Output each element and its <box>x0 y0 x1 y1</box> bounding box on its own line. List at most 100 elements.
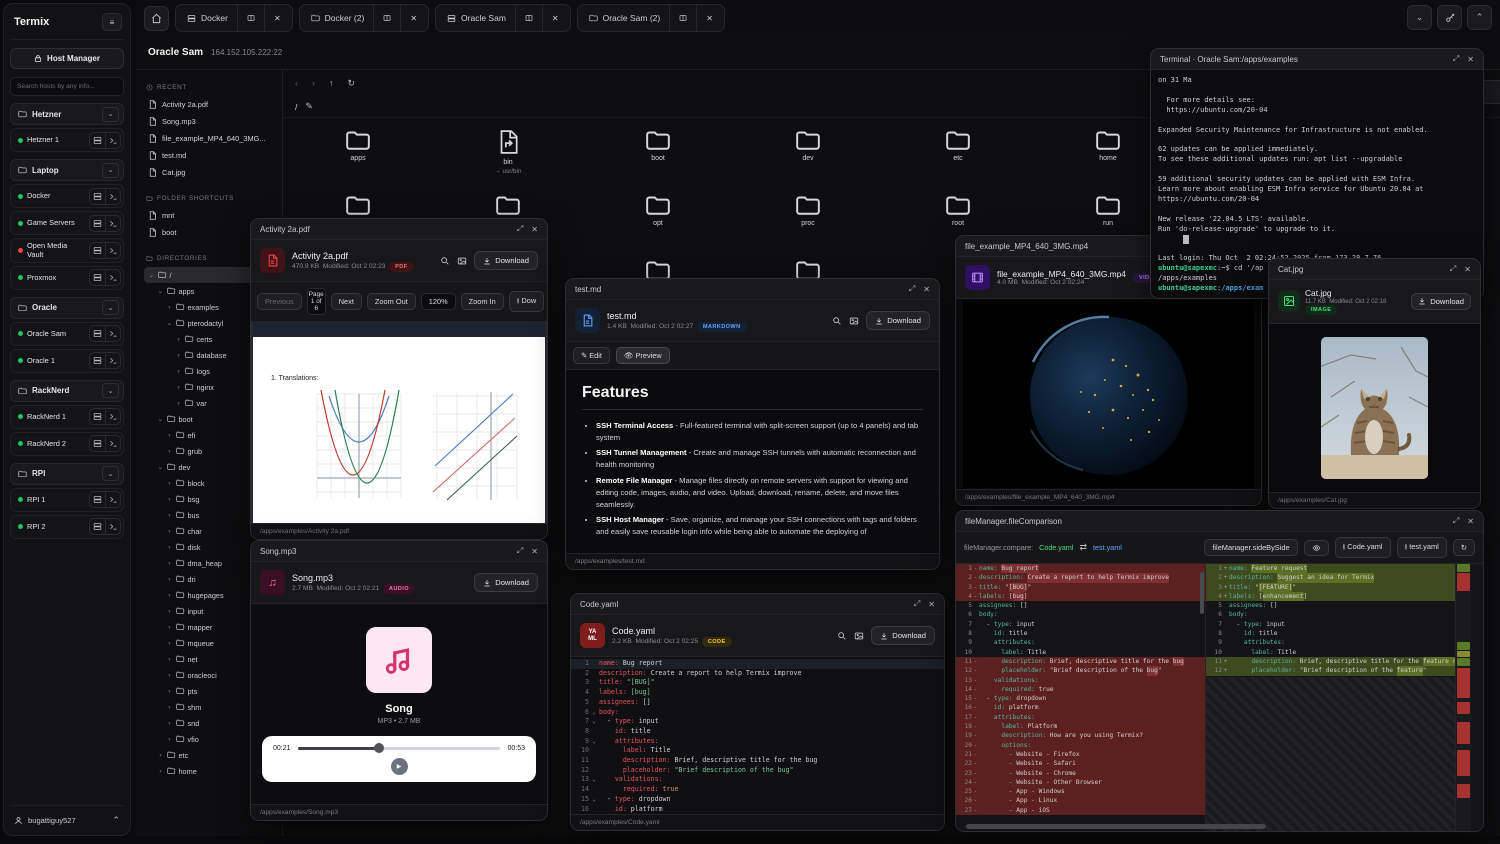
host-group-laptop[interactable]: Laptop ⌄ <box>10 159 124 181</box>
tab-close-button[interactable]: ✕ <box>265 5 290 31</box>
terminal-button[interactable] <box>105 519 120 534</box>
file-manager-button[interactable] <box>90 133 105 148</box>
chevron-down-icon[interactable]: ⌄ <box>102 163 119 178</box>
download-button[interactable]: Download <box>474 251 538 270</box>
edit-path-icon[interactable]: ✎ <box>305 102 313 111</box>
host-item-open-media-vault[interactable]: Open Media Vault <box>10 238 124 263</box>
grid-item-proc[interactable]: proc <box>733 194 883 227</box>
terminal-button[interactable] <box>105 436 120 451</box>
close-icon[interactable]: ✕ <box>923 285 930 294</box>
grid-item-dev[interactable]: dev <box>733 129 883 162</box>
chevron-down-icon[interactable]: ⌄ <box>102 300 119 315</box>
tab-oracle-sam-2-[interactable]: Oracle Sam (2) ✕ <box>577 4 725 32</box>
search-in-file-icon[interactable] <box>832 316 842 326</box>
host-search-input[interactable]: Search hosts by any info... <box>10 77 124 96</box>
diff-visibility-button[interactable] <box>1304 540 1329 556</box>
grid-item-bin[interactable]: bin → usr/bin <box>433 129 583 175</box>
chevron-down-icon[interactable]: ⌄ <box>148 271 155 279</box>
chevron-right-icon[interactable]: › <box>166 608 173 615</box>
pdf-zoom-out-button[interactable]: Zoom Out <box>367 293 416 310</box>
diff-right-file[interactable]: test.yaml <box>1093 543 1122 552</box>
collapse-button[interactable]: ⌄ <box>1407 5 1432 30</box>
file-manager-button[interactable] <box>90 519 105 534</box>
tab-split-button[interactable] <box>238 5 264 31</box>
breadcrumb[interactable]: / <box>295 102 297 112</box>
chevron-right-icon[interactable]: › <box>166 544 173 551</box>
window-markdown-titlebar[interactable]: test.md ⤢ ✕ <box>566 279 939 300</box>
close-icon[interactable]: ✕ <box>531 225 538 234</box>
download-button[interactable]: Download <box>871 626 935 645</box>
chevron-right-icon[interactable]: › <box>166 672 173 679</box>
chevron-right-icon[interactable]: › <box>175 336 182 343</box>
refresh-button[interactable]: ↻ <box>348 79 356 88</box>
user-menu[interactable]: bugattiguy527 ⌃ <box>10 805 124 829</box>
terminal-button[interactable] <box>105 353 120 368</box>
nav-forward-button[interactable]: › <box>312 79 315 88</box>
download-button[interactable]: Download <box>474 573 538 592</box>
chevron-right-icon[interactable]: › <box>166 512 173 519</box>
file-manager-button[interactable] <box>90 270 105 285</box>
host-item-oracle-1[interactable]: Oracle 1 <box>10 349 124 373</box>
host-group-hetzner[interactable]: Hetzner ⌄ <box>10 103 124 125</box>
expand-icon[interactable]: ⤢ <box>909 284 915 294</box>
grid-item-etc[interactable]: etc <box>883 129 1033 162</box>
chevron-right-icon[interactable]: › <box>166 448 173 455</box>
host-item-oracle-sam[interactable]: Oracle Sam <box>10 322 124 346</box>
window-terminal-titlebar[interactable]: Terminal · Oracle Sam:/apps/examples ⤢ ✕ <box>1151 49 1483 70</box>
expand-icon[interactable]: ⤢ <box>1450 264 1456 274</box>
tab-split-button[interactable] <box>516 5 542 31</box>
host-item-rpi-2[interactable]: RPI 2 <box>10 515 124 539</box>
thumbnail-view-icon[interactable] <box>457 256 467 266</box>
host-manager-button[interactable]: Host Manager <box>10 48 124 69</box>
sidebar-menu-button[interactable]: ≡ <box>102 13 122 31</box>
chevron-right-icon[interactable]: › <box>166 592 173 599</box>
chevron-down-icon[interactable]: ⌄ <box>157 287 164 295</box>
chevron-right-icon[interactable]: › <box>166 496 173 503</box>
chevron-down-icon[interactable]: ⌄ <box>157 463 164 471</box>
chevron-right-icon[interactable]: › <box>166 304 173 311</box>
terminal-button[interactable] <box>105 189 120 204</box>
grid-item-folder[interactable] <box>433 194 583 216</box>
pdf-viewer[interactable]: 1. Translations: <box>251 322 547 523</box>
recent-file-item[interactable]: test.md <box>144 147 274 164</box>
terminal-button[interactable] <box>105 492 120 507</box>
close-icon[interactable]: ✕ <box>531 547 538 556</box>
close-icon[interactable]: ✕ <box>1464 265 1471 274</box>
grid-item-apps[interactable]: apps <box>283 129 433 162</box>
chevron-down-icon[interactable]: ⌄ <box>157 415 164 423</box>
md-edit-button[interactable]: ✎ Edit <box>573 347 610 364</box>
host-group-rpi[interactable]: RPI ⌄ <box>10 463 124 485</box>
seek-slider[interactable] <box>298 747 501 750</box>
file-manager-button[interactable] <box>90 326 105 341</box>
host-item-racknerd-2[interactable]: RackNerd 2 <box>10 432 124 456</box>
download-left-button[interactable]: ⭳ Code.yaml <box>1335 537 1391 558</box>
close-icon[interactable]: ✕ <box>1467 55 1474 64</box>
expand-icon[interactable]: ⤢ <box>1453 54 1459 64</box>
host-item-racknerd-1[interactable]: RackNerd 1 <box>10 405 124 429</box>
expand-button[interactable]: ⌃ <box>1467 5 1492 30</box>
file-manager-button[interactable] <box>90 492 105 507</box>
chevron-right-icon[interactable]: › <box>175 400 182 407</box>
nav-up-button[interactable]: ↑ <box>329 79 334 88</box>
diff-minimap[interactable] <box>1456 564 1471 831</box>
download-right-button[interactable]: ⭳ test.yaml <box>1397 537 1447 558</box>
pdf-page-indicator[interactable]: Page 1 of 6 <box>307 288 326 315</box>
ssh-keys-button[interactable] <box>1437 5 1462 30</box>
host-item-rpi-1[interactable]: RPI 1 <box>10 488 124 512</box>
terminal-button[interactable] <box>105 243 120 258</box>
expand-icon[interactable]: ⤢ <box>1453 516 1459 526</box>
grid-item-folder[interactable] <box>283 194 433 216</box>
file-manager-button[interactable] <box>90 189 105 204</box>
chevron-right-icon[interactable]: › <box>175 368 182 375</box>
chevron-down-icon[interactable]: ⌄ <box>102 107 119 122</box>
host-item-hetzner-1[interactable]: Hetzner 1 <box>10 128 124 152</box>
host-item-docker[interactable]: Docker <box>10 184 124 208</box>
thumbnail-view-icon[interactable] <box>849 316 859 326</box>
chevron-right-icon[interactable]: › <box>166 688 173 695</box>
chevron-right-icon[interactable]: › <box>166 624 173 631</box>
chevron-right-icon[interactable]: › <box>166 560 173 567</box>
tab-docker[interactable]: Docker ✕ <box>175 4 293 32</box>
file-manager-button[interactable] <box>90 436 105 451</box>
download-button[interactable]: Download <box>1411 293 1471 310</box>
tab-split-button[interactable] <box>670 5 696 31</box>
